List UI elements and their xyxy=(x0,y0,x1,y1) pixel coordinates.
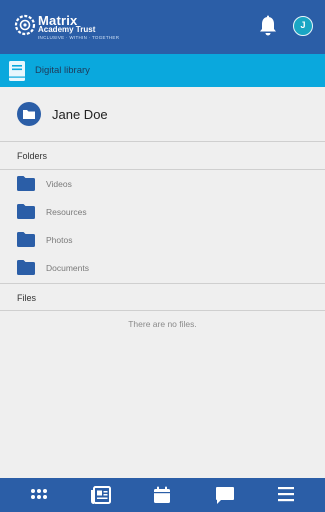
nav-apps-button[interactable] xyxy=(7,478,72,512)
folder-item-label: Photos xyxy=(46,235,73,245)
folder-item-label: Resources xyxy=(46,207,87,217)
logo-tagline: INCLUSIVE · WITHIN · TOGETHER xyxy=(38,35,120,40)
logo-mark-icon xyxy=(14,14,36,36)
folder-item-documents[interactable]: Documents xyxy=(0,254,325,282)
book-icon xyxy=(9,61,25,81)
files-heading: Files xyxy=(17,293,37,303)
folder-icon xyxy=(17,204,35,219)
folder-item-photos[interactable]: Photos xyxy=(0,226,325,254)
top-app-bar: Matrix Academy Trust INCLUSIVE · WITHIN … xyxy=(0,0,325,54)
nav-news-button[interactable] xyxy=(68,478,133,512)
nav-messages-button[interactable] xyxy=(192,478,257,512)
menu-icon xyxy=(278,487,294,502)
owner-header: Jane Doe xyxy=(0,87,325,142)
bottom-nav xyxy=(0,478,325,512)
matrix-logo[interactable]: Matrix Academy Trust INCLUSIVE · WITHIN … xyxy=(14,11,124,43)
folders-header: Folders xyxy=(0,142,325,170)
news-icon xyxy=(91,486,111,504)
folder-icon xyxy=(17,102,41,126)
folder-icon xyxy=(17,232,35,247)
files-header: Files xyxy=(0,283,325,311)
calendar-icon xyxy=(154,486,170,503)
folder-item-label: Videos xyxy=(46,179,72,189)
section-bar: Digital library xyxy=(0,54,325,87)
apps-grid-icon xyxy=(31,489,47,499)
folder-item-resources[interactable]: Resources xyxy=(0,198,325,226)
chat-icon xyxy=(216,487,234,504)
folder-icon xyxy=(17,260,35,275)
folders-heading: Folders xyxy=(17,151,48,161)
avatar[interactable]: J xyxy=(293,16,313,36)
folder-item-videos[interactable]: Videos xyxy=(0,170,325,198)
logo-subtitle: Academy Trust xyxy=(38,25,96,34)
files-empty-message: There are no files. xyxy=(128,319,197,329)
bell-icon[interactable] xyxy=(258,15,278,37)
folder-item-label: Documents xyxy=(46,263,89,273)
folder-icon xyxy=(17,176,35,191)
section-title: Digital library xyxy=(35,65,90,76)
nav-calendar-button[interactable] xyxy=(130,478,195,512)
nav-menu-button[interactable] xyxy=(254,478,319,512)
owner-name: Jane Doe xyxy=(52,107,108,122)
